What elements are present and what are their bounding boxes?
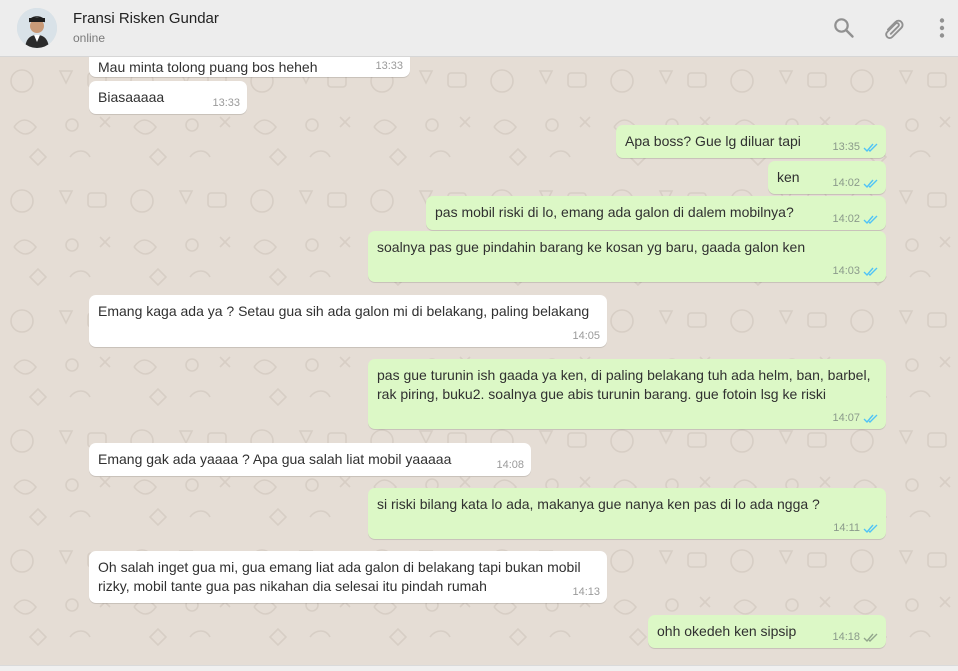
message-meta: 14:07	[832, 412, 879, 424]
menu-icon[interactable]	[930, 16, 954, 40]
message-meta: 14:05	[572, 330, 600, 342]
contact-status: online	[73, 31, 106, 45]
read-ticks-icon	[863, 179, 878, 188]
message-meta: 14:08	[496, 459, 524, 471]
message-time: 14:18	[832, 631, 860, 643]
message-time: 14:02	[832, 213, 860, 225]
message-time: 14:05	[572, 330, 600, 342]
outgoing-message[interactable]: soalnya pas gue pindahin barang ke kosan…	[368, 231, 886, 282]
message-time: 14:03	[832, 265, 860, 277]
message-text: soalnya pas gue pindahin barang ke kosan…	[377, 239, 806, 255]
message-meta: 14:02	[832, 213, 879, 225]
incoming-message[interactable]: Oh salah inget gua mi, gua emang liat ad…	[89, 551, 607, 603]
read-ticks-icon	[863, 524, 878, 533]
chat-header: Fransi Risken Gundar online	[0, 0, 958, 57]
message-meta: 14:03	[832, 265, 879, 277]
incoming-message[interactable]: Mau minta tolong puang bos heheh 13:33	[89, 57, 410, 77]
outgoing-message[interactable]: si riski bilang kata lo ada, makanya gue…	[368, 488, 886, 539]
outgoing-message[interactable]: ken 14:02	[768, 161, 886, 194]
read-ticks-icon	[863, 143, 878, 152]
message-text: Oh salah inget gua mi, gua emang liat ad…	[98, 559, 581, 594]
outgoing-message[interactable]: pas gue turunin ish gaada ya ken, di pal…	[368, 359, 886, 429]
incoming-message[interactable]: Biasaaaaa 13:33	[89, 81, 247, 114]
message-time: 14:11	[833, 522, 860, 534]
message-time: 13:33	[212, 97, 240, 109]
message-meta: 14:02	[832, 177, 879, 189]
outgoing-message[interactable]: ohh okedeh ken sipsip 14:18	[648, 615, 886, 648]
message-time: 14:07	[832, 412, 860, 424]
contact-name[interactable]: Fransi Risken Gundar	[73, 10, 219, 27]
message-time: 14:02	[832, 177, 860, 189]
message-text: Emang kaga ada ya ? Setau gua sih ada ga…	[98, 303, 590, 319]
message-meta: 14:13	[572, 586, 600, 598]
message-meta: 13:33	[375, 60, 403, 72]
message-text: Emang gak ada yaaaa ? Apa gua salah liat…	[98, 451, 452, 467]
message-meta: 14:18	[832, 631, 879, 643]
read-ticks-icon	[863, 414, 878, 423]
message-meta: 13:35	[832, 141, 879, 153]
incoming-message[interactable]: Emang kaga ada ya ? Setau gua sih ada ga…	[89, 295, 607, 347]
message-meta: 14:11	[833, 522, 879, 534]
read-ticks-icon	[863, 215, 878, 224]
message-text: si riski bilang kata lo ada, makanya gue…	[377, 496, 820, 512]
attach-icon[interactable]	[881, 16, 905, 40]
message-time: 13:33	[375, 60, 403, 72]
outgoing-message[interactable]: Apa boss? Gue lg diluar tapi 13:35	[616, 125, 886, 158]
message-time: 14:08	[496, 459, 524, 471]
read-ticks-icon	[863, 267, 878, 276]
message-text: Mau minta tolong puang bos heheh	[98, 59, 318, 75]
composer-edge	[0, 665, 958, 671]
chat-area[interactable]: Mau minta tolong puang bos heheh 13:33 Bia…	[0, 57, 958, 671]
message-text: pas mobil riski di lo, emang ada galon d…	[435, 204, 794, 220]
outgoing-message[interactable]: pas mobil riski di lo, emang ada galon d…	[426, 196, 886, 230]
message-meta: 13:33	[212, 97, 240, 109]
incoming-message[interactable]: Emang gak ada yaaaa ? Apa gua salah liat…	[89, 443, 531, 476]
search-icon[interactable]	[832, 16, 856, 40]
delivered-ticks-icon	[863, 633, 878, 642]
message-time: 13:35	[832, 141, 860, 153]
avatar[interactable]	[17, 8, 57, 48]
message-time: 14:13	[572, 586, 600, 598]
message-text: pas gue turunin ish gaada ya ken, di pal…	[377, 367, 871, 402]
